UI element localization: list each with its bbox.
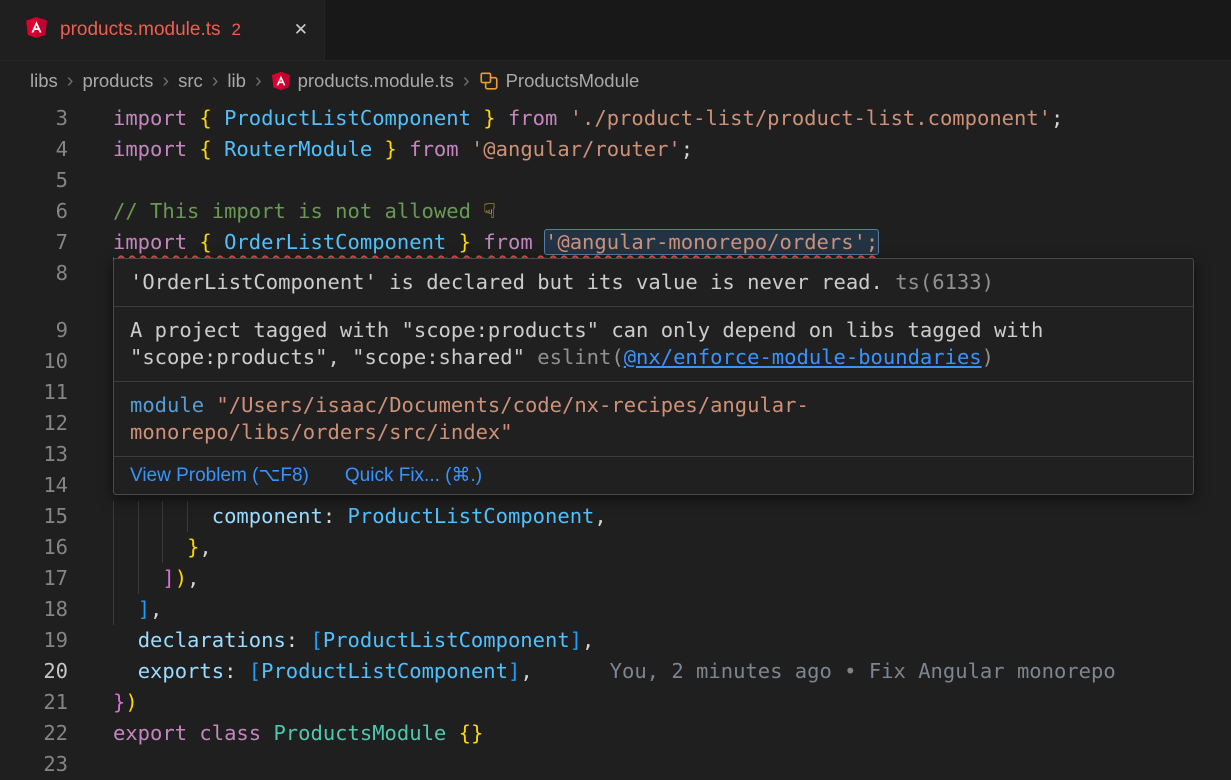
line-number: 5	[0, 165, 68, 196]
git-blame-annotation: You, 2 minutes ago • Fix Angular monorep…	[610, 656, 1116, 687]
code-text: },	[113, 532, 212, 563]
angular-file-icon	[271, 71, 291, 91]
tab-problem-count-badge: 2	[232, 20, 241, 40]
breadcrumb-item-productsmodule[interactable]: ProductsModule	[479, 70, 640, 92]
code-text: declarations: [ProductListComponent],	[113, 625, 594, 656]
eslint-source-prefix: eslint(	[537, 345, 623, 369]
indent-guide	[113, 501, 114, 532]
code-line-15[interactable]: 15 component: ProductListComponent,	[0, 501, 1231, 532]
line-number: 4	[0, 134, 68, 165]
line-number: 12	[0, 408, 68, 439]
tab-products-module[interactable]: products.module.ts 2 ✕	[0, 0, 325, 60]
breadcrumb-separator-icon: ›	[255, 71, 262, 91]
code-line-16[interactable]: 16 },	[0, 532, 1231, 563]
breadcrumb-separator-icon: ›	[67, 71, 74, 91]
ts-diagnostic-message: 'OrderListComponent' is declared but its…	[130, 270, 883, 294]
breadcrumb: libs › products › src › lib › products.module.ts…	[0, 61, 1231, 101]
breadcrumb-label: ProductsModule	[506, 70, 640, 92]
code-text: ]),	[113, 563, 199, 594]
line-number: 8	[0, 258, 68, 289]
breadcrumb-item-src[interactable]: src	[178, 70, 203, 92]
indent-guide	[138, 501, 139, 532]
hover-diagnostic-eslint: A project tagged with "scope:products" c…	[114, 307, 1193, 382]
code-line-19[interactable]: 19 declarations: [ProductListComponent],	[0, 625, 1231, 656]
breadcrumb-separator-icon: ›	[212, 71, 219, 91]
code-line-17[interactable]: 17 ]),	[0, 563, 1231, 594]
line-number: 6	[0, 196, 68, 227]
line-number: 23	[0, 749, 68, 780]
code-line-4[interactable]: 4 import { RouterModule } from '@angular/…	[0, 134, 1231, 165]
line-number: 17	[0, 563, 68, 594]
hover-diagnostic-ts: 'OrderListComponent' is declared but its…	[114, 259, 1193, 307]
module-keyword: module	[130, 393, 204, 417]
indent-guide	[187, 501, 188, 532]
code-line-3[interactable]: 3 import { ProductListComponent } from '.…	[0, 103, 1231, 134]
line-number: 11	[0, 377, 68, 408]
code-line-20[interactable]: 20 exports: [ProductListComponent], You, …	[0, 656, 1231, 687]
indent-guide	[138, 532, 139, 563]
line-number: 16	[0, 532, 68, 563]
quick-fix-link[interactable]: Quick Fix... (⌘.)	[345, 462, 482, 489]
code-line-6[interactable]: 6 // This import is not allowed ☟	[0, 196, 1231, 227]
line-number: 22	[0, 718, 68, 749]
code-line-21[interactable]: 21})	[0, 687, 1231, 718]
error-squiggle-range: import { OrderListComponent } from '@ang…	[113, 230, 878, 254]
code-text: import { OrderListComponent } from '@ang…	[113, 227, 878, 258]
breadcrumb-label: libs	[30, 70, 58, 92]
tab-close-icon[interactable]: ✕	[294, 20, 308, 40]
code-line-5[interactable]: 5	[0, 165, 1231, 196]
line-number: 18	[0, 594, 68, 625]
breadcrumb-item-libs[interactable]: libs	[30, 70, 58, 92]
indent-guide	[162, 501, 163, 532]
module-path: "/Users/isaac/Documents/code/nx-recipes/…	[130, 393, 809, 444]
hover-status-bar: View Problem (⌥F8) Quick Fix... (⌘.)	[114, 457, 1193, 494]
breadcrumb-label: src	[178, 70, 203, 92]
breadcrumb-label: products	[82, 70, 153, 92]
code-text: })	[113, 687, 138, 718]
code-text: component: ProductListComponent,	[113, 501, 607, 532]
code-line-7[interactable]: 7 import { OrderListComponent } from '@an…	[0, 227, 1231, 258]
code-text: // This import is not allowed ☟	[113, 196, 496, 227]
line-number: 20	[0, 656, 68, 687]
line-number: 15	[0, 501, 68, 532]
indent-guide	[113, 563, 114, 594]
indent-guide	[113, 594, 114, 625]
line-number: 3	[0, 103, 68, 134]
tab-label: products.module.ts	[60, 19, 221, 41]
code-text: import { ProductListComponent } from './…	[113, 103, 1063, 134]
breadcrumb-separator-icon: ›	[162, 71, 169, 91]
indent-guide	[138, 563, 139, 594]
code-text: import { RouterModule } from '@angular/r…	[113, 134, 693, 165]
eslint-rule-link[interactable]: @nx/enforce-module-boundaries	[624, 345, 982, 369]
code-text: exports: [ProductListComponent],	[113, 656, 533, 687]
code-line-22[interactable]: 22 export class ProductsModule {}	[0, 718, 1231, 749]
line-number: 7	[0, 227, 68, 258]
code-text: ],	[113, 594, 162, 625]
hover-module-info: module "/Users/isaac/Documents/code/nx-r…	[114, 382, 1193, 457]
breadcrumb-item-lib[interactable]: lib	[227, 70, 246, 92]
line-number: 10	[0, 346, 68, 377]
hover-popup: 'OrderListComponent' is declared but its…	[113, 258, 1194, 495]
code-line-18[interactable]: 18 ],	[0, 594, 1231, 625]
ts-diagnostic-source: ts(6133)	[895, 270, 994, 294]
tab-bar: products.module.ts 2 ✕	[0, 0, 1231, 61]
line-number: 14	[0, 470, 68, 501]
line-number: 13	[0, 439, 68, 470]
indent-guide	[162, 532, 163, 563]
view-problem-link[interactable]: View Problem (⌥F8)	[130, 462, 309, 489]
code-line-23[interactable]: 23	[0, 749, 1231, 780]
line-number: 9	[0, 315, 68, 346]
eslint-source-suffix: )	[982, 345, 994, 369]
line-number: 21	[0, 687, 68, 718]
breadcrumb-item-products-module-ts[interactable]: products.module.ts	[271, 70, 454, 92]
indent-guide	[113, 532, 114, 563]
line-number: 19	[0, 625, 68, 656]
breadcrumb-separator-icon: ›	[463, 71, 470, 91]
code-text: export class ProductsModule {}	[113, 718, 483, 749]
symbol-class-icon	[479, 71, 499, 91]
breadcrumb-label: lib	[227, 70, 246, 92]
breadcrumb-item-products[interactable]: products	[82, 70, 153, 92]
breadcrumb-label: products.module.ts	[298, 70, 454, 92]
angular-file-icon	[25, 16, 48, 45]
